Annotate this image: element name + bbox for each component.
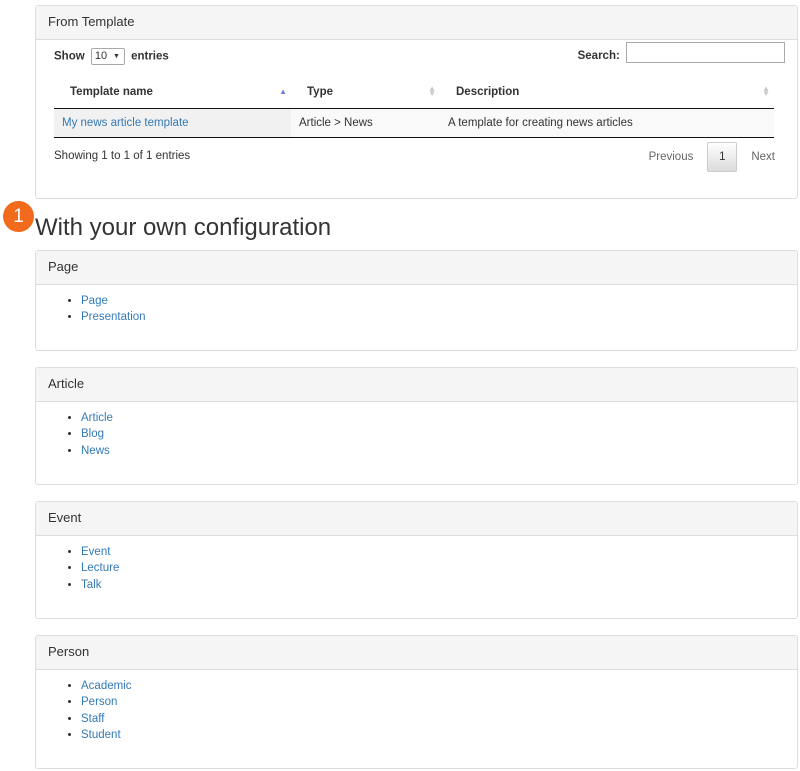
link-staff[interactable]: Staff (81, 713, 104, 725)
list-item: Presentation (81, 309, 797, 325)
link-student[interactable]: Student (81, 729, 121, 741)
link-article[interactable]: Article (81, 412, 113, 424)
column-header-description[interactable]: Description ▲ ▼ (440, 76, 774, 109)
cell-description: A template for creating news articles (440, 108, 774, 138)
previous-button[interactable]: Previous (639, 143, 704, 171)
next-button[interactable]: Next (741, 143, 785, 171)
person-panel-heading: Person (36, 636, 797, 670)
sort-ascending-icon: ▲ (279, 87, 287, 96)
column-header-type[interactable]: Type ▲ ▼ (291, 76, 440, 109)
article-panel: Article Article Blog News (35, 367, 798, 485)
step-badge: 1 (3, 201, 34, 232)
entries-select[interactable]: 10 ▼ (90, 48, 125, 65)
datatable-wrapper: Show 10 ▼ entries Search: Template name ▲ … (36, 40, 797, 178)
entries-length-control: Show 10 ▼ entries (54, 48, 169, 65)
link-academic[interactable]: Academic (81, 680, 132, 692)
section-title: With your own configuration (35, 214, 332, 241)
article-panel-heading: Article (36, 368, 797, 402)
list-item: Blog (81, 426, 797, 442)
person-panel: Person Academic Person Staff Student (35, 635, 798, 769)
link-talk[interactable]: Talk (81, 579, 101, 591)
link-news[interactable]: News (81, 445, 110, 457)
chevron-down-icon: ▼ (112, 53, 120, 60)
list-item: News (81, 443, 797, 459)
list-item: Page (81, 293, 797, 309)
page-1-button[interactable]: 1 (707, 141, 738, 172)
person-type-list: Academic Person Staff Student (36, 678, 797, 743)
list-item: Talk (81, 577, 797, 593)
entries-label: entries (131, 50, 169, 63)
list-item: Academic (81, 678, 797, 694)
link-presentation[interactable]: Presentation (81, 311, 146, 323)
sort-both-icon: ▲ ▼ (428, 84, 436, 98)
cell-template-name: My news article template (54, 108, 291, 138)
datatable-toolbar: Show 10 ▼ entries Search: (36, 40, 797, 76)
event-panel-heading: Event (36, 502, 797, 536)
sort-both-icon: ▲ ▼ (762, 84, 770, 98)
link-blog[interactable]: Blog (81, 428, 104, 440)
from-template-heading: From Template (36, 6, 797, 40)
list-item: Article (81, 410, 797, 426)
datatable-footer: Showing 1 to 1 of 1 entries Previous 1 Nex… (36, 140, 797, 178)
list-item: Staff (81, 711, 797, 727)
event-type-list: Event Lecture Talk (36, 544, 797, 593)
event-panel: Event Event Lecture Talk (35, 501, 798, 619)
table-info: Showing 1 to 1 of 1 entries (54, 149, 191, 162)
article-type-list: Article Blog News (36, 410, 797, 459)
link-page[interactable]: Page (81, 295, 108, 307)
search-control: Search: (578, 42, 785, 63)
link-lecture[interactable]: Lecture (81, 562, 119, 574)
link-person[interactable]: Person (81, 696, 117, 708)
list-item: Student (81, 727, 797, 743)
page-panel: Page Page Presentation (35, 250, 798, 351)
from-template-panel: From Template Show 10 ▼ entries Search: T… (35, 5, 798, 199)
search-input[interactable] (626, 42, 785, 63)
entries-select-value: 10 (94, 50, 108, 62)
list-item: Lecture (81, 560, 797, 576)
table-row: My news article template Article > News … (54, 108, 774, 138)
link-event[interactable]: Event (81, 546, 110, 558)
table-header-row: Template name ▲ Type ▲ ▼ Description ▲ ▼ (54, 76, 774, 109)
column-header-template-name[interactable]: Template name ▲ (54, 76, 291, 109)
show-label: Show (54, 50, 85, 63)
templates-table: Template name ▲ Type ▲ ▼ Description ▲ ▼ My n… (54, 76, 774, 138)
page-type-list: Page Presentation (36, 293, 797, 326)
list-item: Person (81, 694, 797, 710)
cell-type: Article > News (291, 108, 440, 138)
pagination: Previous 1 Next (639, 141, 785, 172)
page-panel-heading: Page (36, 251, 797, 285)
list-item: Event (81, 544, 797, 560)
search-label: Search: (577, 49, 620, 62)
template-link[interactable]: My news article template (62, 117, 189, 129)
